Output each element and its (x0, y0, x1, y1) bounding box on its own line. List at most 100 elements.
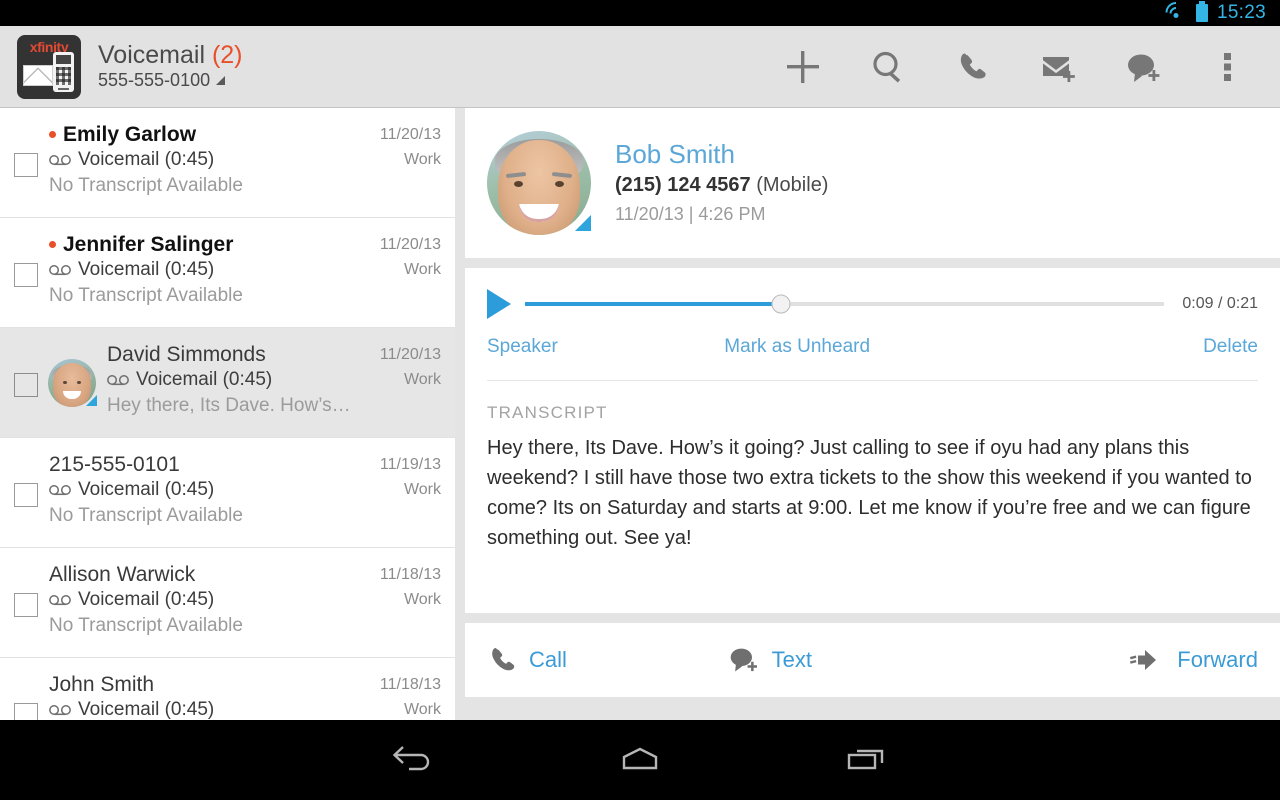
row-subtitle: Voicemail (0:45) (49, 587, 355, 613)
row-type: Voicemail (0:45) (78, 479, 215, 500)
call-action-label: Call (529, 647, 567, 672)
row-name-wrap: Emily Garlow (49, 122, 355, 147)
page-title-text: Voicemail (98, 40, 205, 69)
row-date: 11/20/13 (379, 126, 441, 143)
player-actions: Speaker Mark as Unheard Delete (487, 326, 1258, 368)
unread-dot-icon (49, 131, 56, 138)
row-text: David Simmonds Voicemail (0:45) Hey ther… (107, 342, 355, 437)
back-button[interactable] (391, 743, 437, 777)
row-preview: No Transcript Available (49, 175, 243, 196)
row-name-wrap: Allison Warwick (49, 562, 355, 587)
contact-phone-number: (215) 124 4567 (615, 174, 751, 196)
row-meta: 11/20/13 Work (355, 122, 441, 217)
list-item[interactable]: 215-555-0101 Voicemail (0:45) No Transcr… (0, 438, 455, 548)
app-bar-titles: Voicemail (2) 555-555-0100 (98, 42, 243, 91)
voicemail-icon (49, 155, 71, 166)
row-subtitle: Voicemail (0:45) (49, 477, 355, 503)
account-number-selector[interactable]: 555-555-0100 (98, 70, 243, 91)
row-date: 11/20/13 (379, 236, 441, 253)
transcript-label: TRANSCRIPT (487, 403, 608, 422)
row-checkbox[interactable] (14, 153, 38, 177)
chat-add-icon (1127, 54, 1159, 82)
account-phone-number: 555-555-0100 (98, 70, 211, 91)
row-meta: 11/19/13 Work (355, 452, 441, 547)
list-item-selected[interactable]: David Simmonds Voicemail (0:45) Hey ther… (0, 328, 455, 438)
row-date: 11/18/13 (379, 676, 441, 693)
overflow-menu-icon (1223, 52, 1231, 81)
recents-button[interactable] (843, 743, 889, 777)
row-text: Emily Garlow Voicemail (0:45) No Transcr… (49, 122, 355, 217)
contact-phone-type: (Mobile) (756, 174, 829, 196)
contact-name[interactable]: Bob Smith (615, 138, 828, 170)
row-checkbox[interactable] (14, 263, 38, 287)
panel-divider (455, 108, 465, 720)
battery-icon (1195, 1, 1208, 22)
contact-phone: (215) 124 4567 (Mobile) (615, 170, 828, 200)
row-preview: No Transcript Available (49, 505, 243, 526)
row-date: 11/18/13 (379, 566, 441, 583)
row-checkbox[interactable] (14, 593, 38, 617)
row-type: Voicemail (0:45) (78, 259, 215, 280)
speaker-button[interactable]: Speaker (487, 336, 558, 358)
overflow-menu-button[interactable] (1185, 26, 1270, 108)
add-icon (786, 50, 819, 83)
play-icon[interactable] (487, 289, 511, 319)
home-button[interactable] (617, 743, 663, 777)
transcript-text: Hey there, Its Dave. How’s it going? Jus… (487, 437, 1252, 549)
row-name-wrap: David Simmonds (107, 342, 355, 367)
row-checkbox[interactable] (14, 703, 38, 720)
contact-info: Bob Smith (215) 124 4567 (Mobile) 11/20/… (615, 138, 828, 228)
device-screen: 15:23 xfinity Voicemail (2) 555-555-0100 (0, 0, 1280, 800)
add-button[interactable] (760, 26, 845, 108)
search-button[interactable] (845, 26, 930, 108)
chat-add-icon (730, 648, 757, 672)
row-date: 11/20/13 (379, 346, 441, 363)
new-email-button[interactable] (1015, 26, 1100, 108)
row-type: Voicemail (0:45) (78, 149, 215, 170)
voicemail-icon (49, 705, 71, 716)
voicemail-icon (49, 485, 71, 496)
list-item[interactable]: John Smith Voicemail (0:45) 11/18/13 Wor… (0, 658, 455, 720)
list-item[interactable]: Jennifer Salinger Voicemail (0:45) No Tr… (0, 218, 455, 328)
call-button[interactable] (930, 26, 1015, 108)
row-type: Voicemail (0:45) (78, 699, 215, 720)
delete-button[interactable]: Delete (1203, 336, 1258, 358)
row-subtitle: Voicemail (0:45) (107, 367, 355, 393)
row-preview: No Transcript Available (49, 285, 243, 306)
call-action-button[interactable]: Call (487, 644, 567, 676)
xfinity-logo-icon[interactable]: xfinity (17, 34, 81, 99)
row-text: Allison Warwick Voicemail (0:45) No Tran… (49, 562, 355, 657)
row-text: Jennifer Salinger Voicemail (0:45) No Tr… (49, 232, 355, 327)
chevron-down-icon (216, 76, 226, 86)
row-date: 11/19/13 (379, 456, 441, 473)
row-checkbox[interactable] (14, 373, 38, 397)
text-action-button[interactable]: Text (726, 644, 812, 676)
voicemail-icon (107, 375, 129, 386)
mail-add-icon (1042, 56, 1075, 82)
list-item[interactable]: Emily Garlow Voicemail (0:45) No Transcr… (0, 108, 455, 218)
contact-avatar[interactable] (487, 131, 591, 235)
row-type: Voicemail (0:45) (78, 589, 215, 610)
forward-action-label: Forward (1177, 647, 1258, 672)
row-subtitle: Voicemail (0:45) (49, 257, 355, 283)
row-preview: Hey there, Its Dave. How’s it going… (107, 395, 355, 416)
list-item[interactable]: Allison Warwick Voicemail (0:45) No Tran… (0, 548, 455, 658)
playback-thumb[interactable] (771, 294, 791, 314)
row-label: Work (403, 371, 441, 388)
contact-badge-icon (575, 215, 591, 231)
row-text: 215-555-0101 Voicemail (0:45) No Transcr… (49, 452, 355, 547)
unread-dot-icon (49, 241, 56, 248)
content-area: Emily Garlow Voicemail (0:45) No Transcr… (0, 108, 1280, 720)
voicemail-list[interactable]: Emily Garlow Voicemail (0:45) No Transcr… (0, 108, 455, 720)
contact-header-card: Bob Smith (215) 124 4567 (Mobile) 11/20/… (465, 108, 1280, 258)
row-name-wrap: 215-555-0101 (49, 452, 355, 477)
new-message-button[interactable] (1100, 26, 1185, 108)
row-label: Work (403, 701, 441, 718)
player-controls: 0:09 / 0:21 (487, 268, 1258, 326)
row-meta: 11/20/13 Work (355, 342, 441, 437)
row-name: John Smith (49, 673, 155, 696)
mark-as-unheard-button[interactable]: Mark as Unheard (724, 336, 870, 358)
row-checkbox[interactable] (14, 483, 38, 507)
playback-slider[interactable] (525, 294, 1165, 314)
forward-action-button[interactable]: Forward (1129, 646, 1258, 674)
